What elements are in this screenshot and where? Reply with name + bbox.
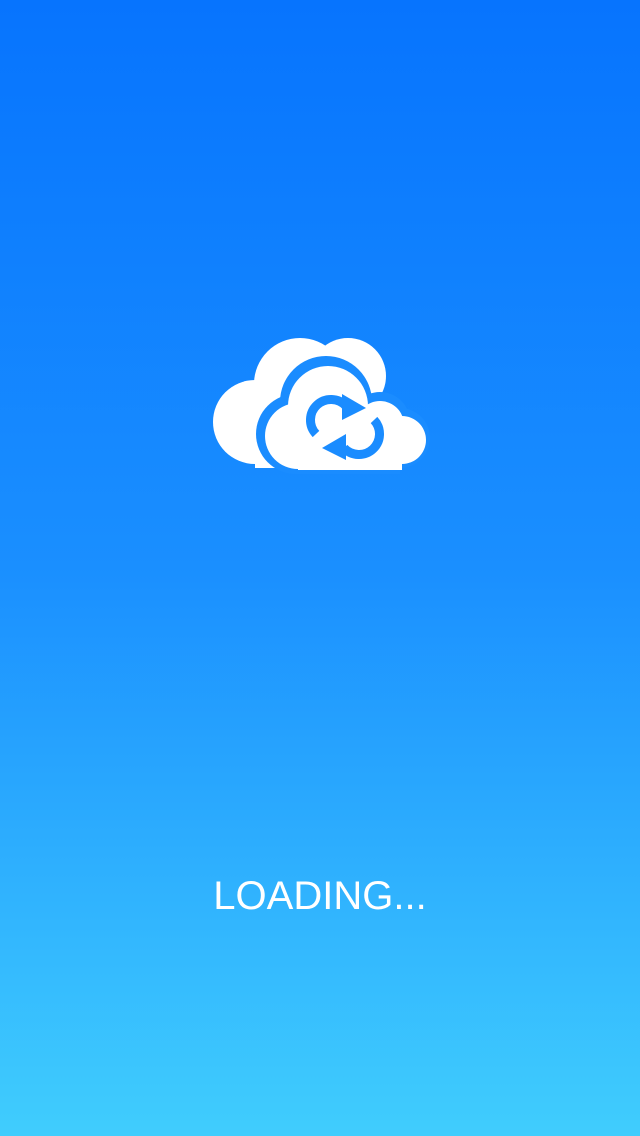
loading-status-text: LOADING... [213,874,427,918]
splash-screen: LOADING... [0,0,640,1136]
cloud-sync-icon [213,338,430,474]
